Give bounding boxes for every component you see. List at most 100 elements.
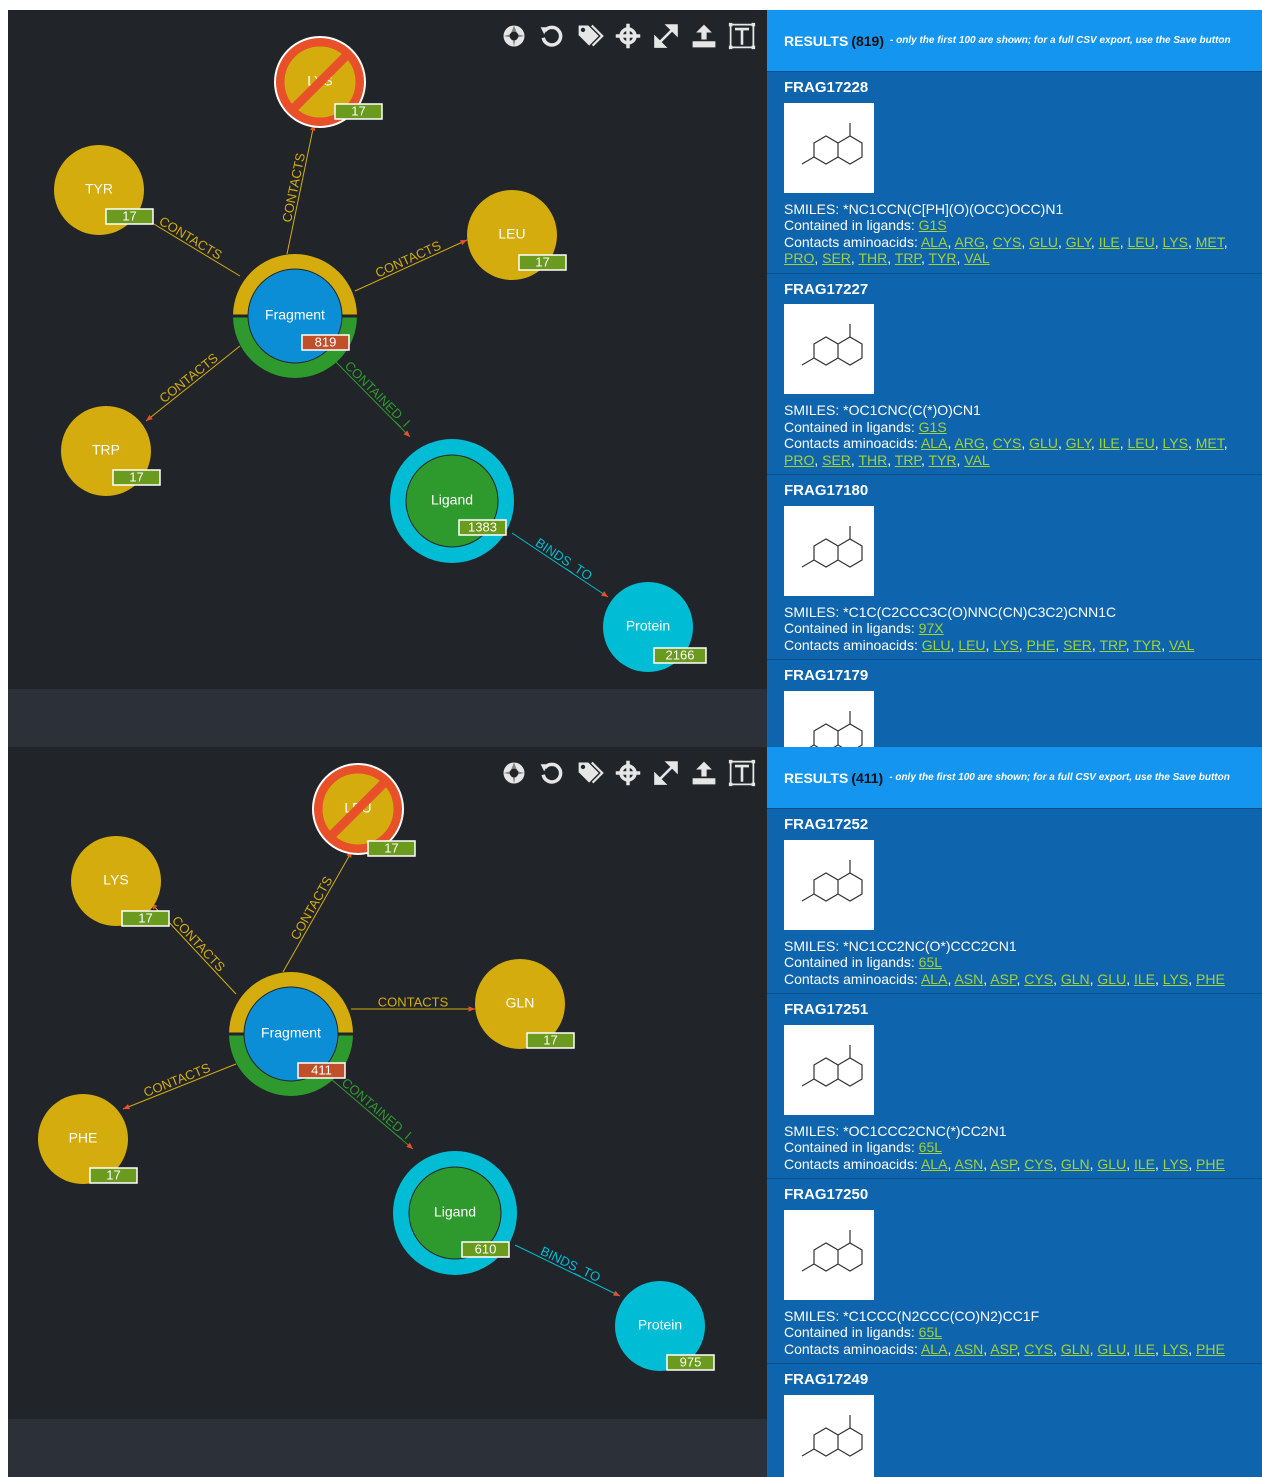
edge-contacts-blocked[interactable]: CONTACTS <box>279 123 316 255</box>
aminoacid-link[interactable]: ASP <box>990 1341 1016 1357</box>
aminoacid-link[interactable]: ILE <box>1134 1341 1155 1357</box>
edge-contained[interactable]: CONTAINED_I <box>330 1075 414 1150</box>
molecule-structure-image[interactable] <box>784 1024 874 1115</box>
aminoacid-link[interactable]: ASP <box>990 1156 1016 1172</box>
center-button[interactable] <box>612 757 644 789</box>
cluster-button[interactable] <box>498 757 530 789</box>
aminoacid-link[interactable]: ILE <box>1099 234 1120 250</box>
result-item[interactable]: FRAG17251 SMILES: *OC1CCC2CNC(*)CC2N1 Cont… <box>767 994 1262 1179</box>
aminoacid-link[interactable]: ALA <box>921 234 947 250</box>
expand-button[interactable] <box>650 20 682 52</box>
aminoacid-link[interactable]: GLU <box>1029 234 1058 250</box>
aminoacid-link[interactable]: SER <box>822 250 851 266</box>
aminoacid-link[interactable]: GLU <box>922 637 951 653</box>
molecule-structure-image[interactable] <box>784 690 874 747</box>
aminoacid-link[interactable]: GLN <box>1061 1341 1090 1357</box>
aminoacid-link[interactable]: PRO <box>784 250 814 266</box>
ligand-link[interactable]: 65L <box>919 1324 942 1340</box>
result-item[interactable]: FRAG17180 SMILES: *C1C(C2CCC3C(O)NNC(CN)C… <box>767 475 1262 660</box>
molecule-structure-image[interactable] <box>784 1394 874 1477</box>
aminoacid-link[interactable]: TRP <box>895 250 921 266</box>
aminoacid-link[interactable]: PHE <box>1196 1156 1225 1172</box>
results-panel[interactable]: RESULTS (411) - only the first 100 are s… <box>767 747 1262 1477</box>
aminoacid-link[interactable]: GLN <box>1061 971 1090 987</box>
aminoacid-link[interactable]: PHE <box>1196 1341 1225 1357</box>
aminoacid-link[interactable]: ILE <box>1134 1156 1155 1172</box>
aminoacid-link[interactable]: SER <box>1063 637 1092 653</box>
aminoacid-link[interactable]: MET <box>1196 435 1224 451</box>
aminoacid-link[interactable]: LYS <box>993 637 1018 653</box>
aminoacid-link[interactable]: ALA <box>921 971 947 987</box>
edge-contacts-left-bottom[interactable]: CONTACTS <box>145 345 241 422</box>
tags-button[interactable] <box>574 757 606 789</box>
aminoacid-link[interactable]: ASP <box>990 971 1016 987</box>
network-graph[interactable]: CONTACTS CONTACTS CONTACTS CONTACTS CONTAINE… <box>8 747 767 1427</box>
aminoacid-link[interactable]: GLY <box>1066 234 1091 250</box>
result-item[interactable]: FRAG17228 SMILES: *NC1CCN(C[PH](O)(OCC)OC… <box>767 72 1262 274</box>
aminoacid-link[interactable]: CYS <box>993 234 1022 250</box>
ligand-link[interactable]: 65L <box>919 1139 942 1155</box>
edge-binds-to[interactable]: BINDS_TO <box>514 1243 621 1297</box>
molecule-structure-image[interactable] <box>784 505 874 596</box>
graph-view[interactable]: CONTACTS CONTACTS CONTACTS CONTACTS CONTAINE… <box>8 747 767 1477</box>
ligand-link[interactable]: G1S <box>919 217 947 233</box>
aminoacid-link[interactable]: GLU <box>1097 971 1126 987</box>
result-item[interactable]: FRAG17249 <box>767 1364 1262 1477</box>
upload-button[interactable] <box>688 20 720 52</box>
aminoacid-link[interactable]: SER <box>822 452 851 468</box>
result-item[interactable]: FRAG17179 <box>767 660 1262 747</box>
aminoacid-link[interactable]: VAL <box>964 250 989 266</box>
aminoacid-link[interactable]: ASN <box>954 971 983 987</box>
graph-view[interactable]: CONTACTS CONTACTS CONTACTS CONTACTS CONTAINE… <box>8 10 767 747</box>
aminoacid-link[interactable]: ILE <box>1134 971 1155 987</box>
text-button[interactable] <box>726 757 758 789</box>
molecule-structure-image[interactable] <box>784 839 874 930</box>
aminoacid-link[interactable]: LEU <box>1127 435 1154 451</box>
aminoacid-link[interactable]: LYS <box>1163 234 1188 250</box>
aminoacid-link[interactable]: TYR <box>1133 637 1161 653</box>
aminoacid-link[interactable]: GLU <box>1097 1341 1126 1357</box>
undo-button[interactable] <box>536 20 568 52</box>
molecule-structure-image[interactable] <box>784 1209 874 1300</box>
center-button[interactable] <box>612 20 644 52</box>
ligand-link[interactable]: 97X <box>919 620 944 636</box>
aminoacid-link[interactable]: THR <box>858 250 887 266</box>
aminoacid-link[interactable]: GLU <box>1029 435 1058 451</box>
result-item[interactable]: FRAG17250 SMILES: *C1CCC(N2CCC(CO)N2)CC1F… <box>767 1179 1262 1364</box>
upload-button[interactable] <box>688 757 720 789</box>
edge-binds-to[interactable]: BINDS_TO <box>511 532 609 598</box>
aminoacid-link[interactable]: LYS <box>1163 435 1188 451</box>
aminoacid-link[interactable]: VAL <box>964 452 989 468</box>
ligand-link[interactable]: 65L <box>919 954 942 970</box>
aminoacid-link[interactable]: ALA <box>921 1341 947 1357</box>
result-item[interactable]: FRAG17227 SMILES: *OC1CNC(C(*)O)CN1 Contai… <box>767 274 1262 475</box>
aminoacid-link[interactable]: LEU <box>1127 234 1154 250</box>
molecule-structure-image[interactable] <box>784 102 874 193</box>
aminoacid-link[interactable]: PHE <box>1196 971 1225 987</box>
aminoacid-link[interactable]: GLU <box>1097 1156 1126 1172</box>
aminoacid-link[interactable]: LYS <box>1163 1156 1188 1172</box>
aminoacid-link[interactable]: CYS <box>1024 971 1053 987</box>
aminoacid-link[interactable]: VAL <box>1169 637 1194 653</box>
edge-contained[interactable]: CONTAINED_I <box>334 358 413 438</box>
aminoacid-link[interactable]: CYS <box>1024 1156 1053 1172</box>
aminoacid-link[interactable]: ARG <box>954 435 984 451</box>
edge-contacts-right[interactable]: CONTACTS <box>351 994 475 1012</box>
cluster-button[interactable] <box>498 20 530 52</box>
edge-contacts-left-bottom[interactable]: CONTACTS <box>122 1060 237 1110</box>
aminoacid-link[interactable]: ALA <box>921 435 947 451</box>
aminoacid-link[interactable]: GLY <box>1066 435 1091 451</box>
aminoacid-link[interactable]: ILE <box>1099 435 1120 451</box>
aminoacid-link[interactable]: MET <box>1196 234 1224 250</box>
result-item[interactable]: FRAG17252 SMILES: *NC1CC2NC(O*)CCC2CN1 Con… <box>767 809 1262 994</box>
tags-button[interactable] <box>574 20 606 52</box>
aminoacid-link[interactable]: PRO <box>784 452 814 468</box>
aminoacid-link[interactable]: ARG <box>954 234 984 250</box>
aminoacid-link[interactable]: TRP <box>895 452 921 468</box>
results-panel[interactable]: RESULTS (819) - only the first 100 are s… <box>767 10 1262 747</box>
aminoacid-link[interactable]: LEU <box>958 637 985 653</box>
text-button[interactable] <box>726 20 758 52</box>
ligand-link[interactable]: G1S <box>919 419 947 435</box>
aminoacid-link[interactable]: GLN <box>1061 1156 1090 1172</box>
aminoacid-link[interactable]: LYS <box>1163 971 1188 987</box>
